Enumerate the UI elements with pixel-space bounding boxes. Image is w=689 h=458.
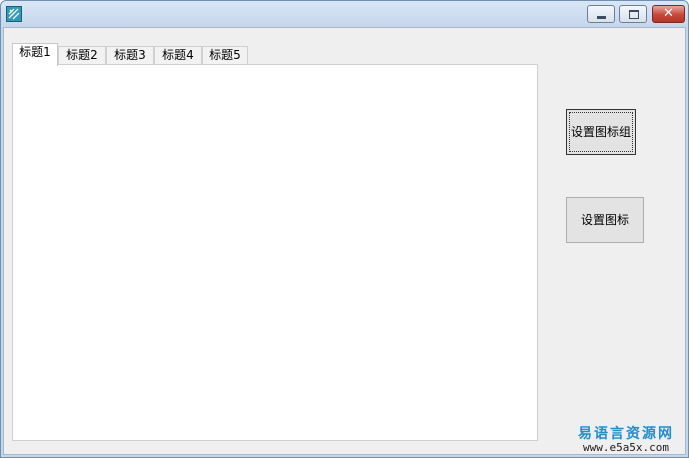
app-icon[interactable]	[6, 6, 22, 22]
close-button[interactable]: ✕	[652, 5, 685, 23]
tab-4[interactable]: 标题4	[154, 46, 202, 65]
watermark-url: www.e5a5x.com	[582, 441, 670, 454]
minimize-icon	[597, 16, 606, 19]
close-icon: ✕	[663, 6, 674, 21]
set-icon-group-button[interactable]: 设置图标组	[566, 109, 636, 155]
app-window: ✕ 标题1 标题2 标题3 标题4 标题5 设置图标组 设置图标 易语言资源网 …	[0, 0, 689, 458]
tab-panel	[12, 64, 538, 441]
maximize-button[interactable]	[619, 5, 647, 23]
minimize-button[interactable]	[587, 5, 615, 23]
maximize-icon	[629, 10, 639, 19]
tab-5[interactable]: 标题5	[202, 46, 248, 65]
tab-2[interactable]: 标题2	[58, 46, 106, 65]
set-icon-button[interactable]: 设置图标	[566, 197, 644, 243]
watermark-title: 易语言资源网	[578, 426, 674, 442]
tab-1[interactable]: 标题1	[12, 43, 58, 66]
client-area: 标题1 标题2 标题3 标题4 标题5 设置图标组 设置图标 易语言资源网 ww…	[3, 27, 686, 455]
tab-3[interactable]: 标题3	[106, 46, 154, 65]
title-bar[interactable]: ✕	[1, 1, 688, 27]
